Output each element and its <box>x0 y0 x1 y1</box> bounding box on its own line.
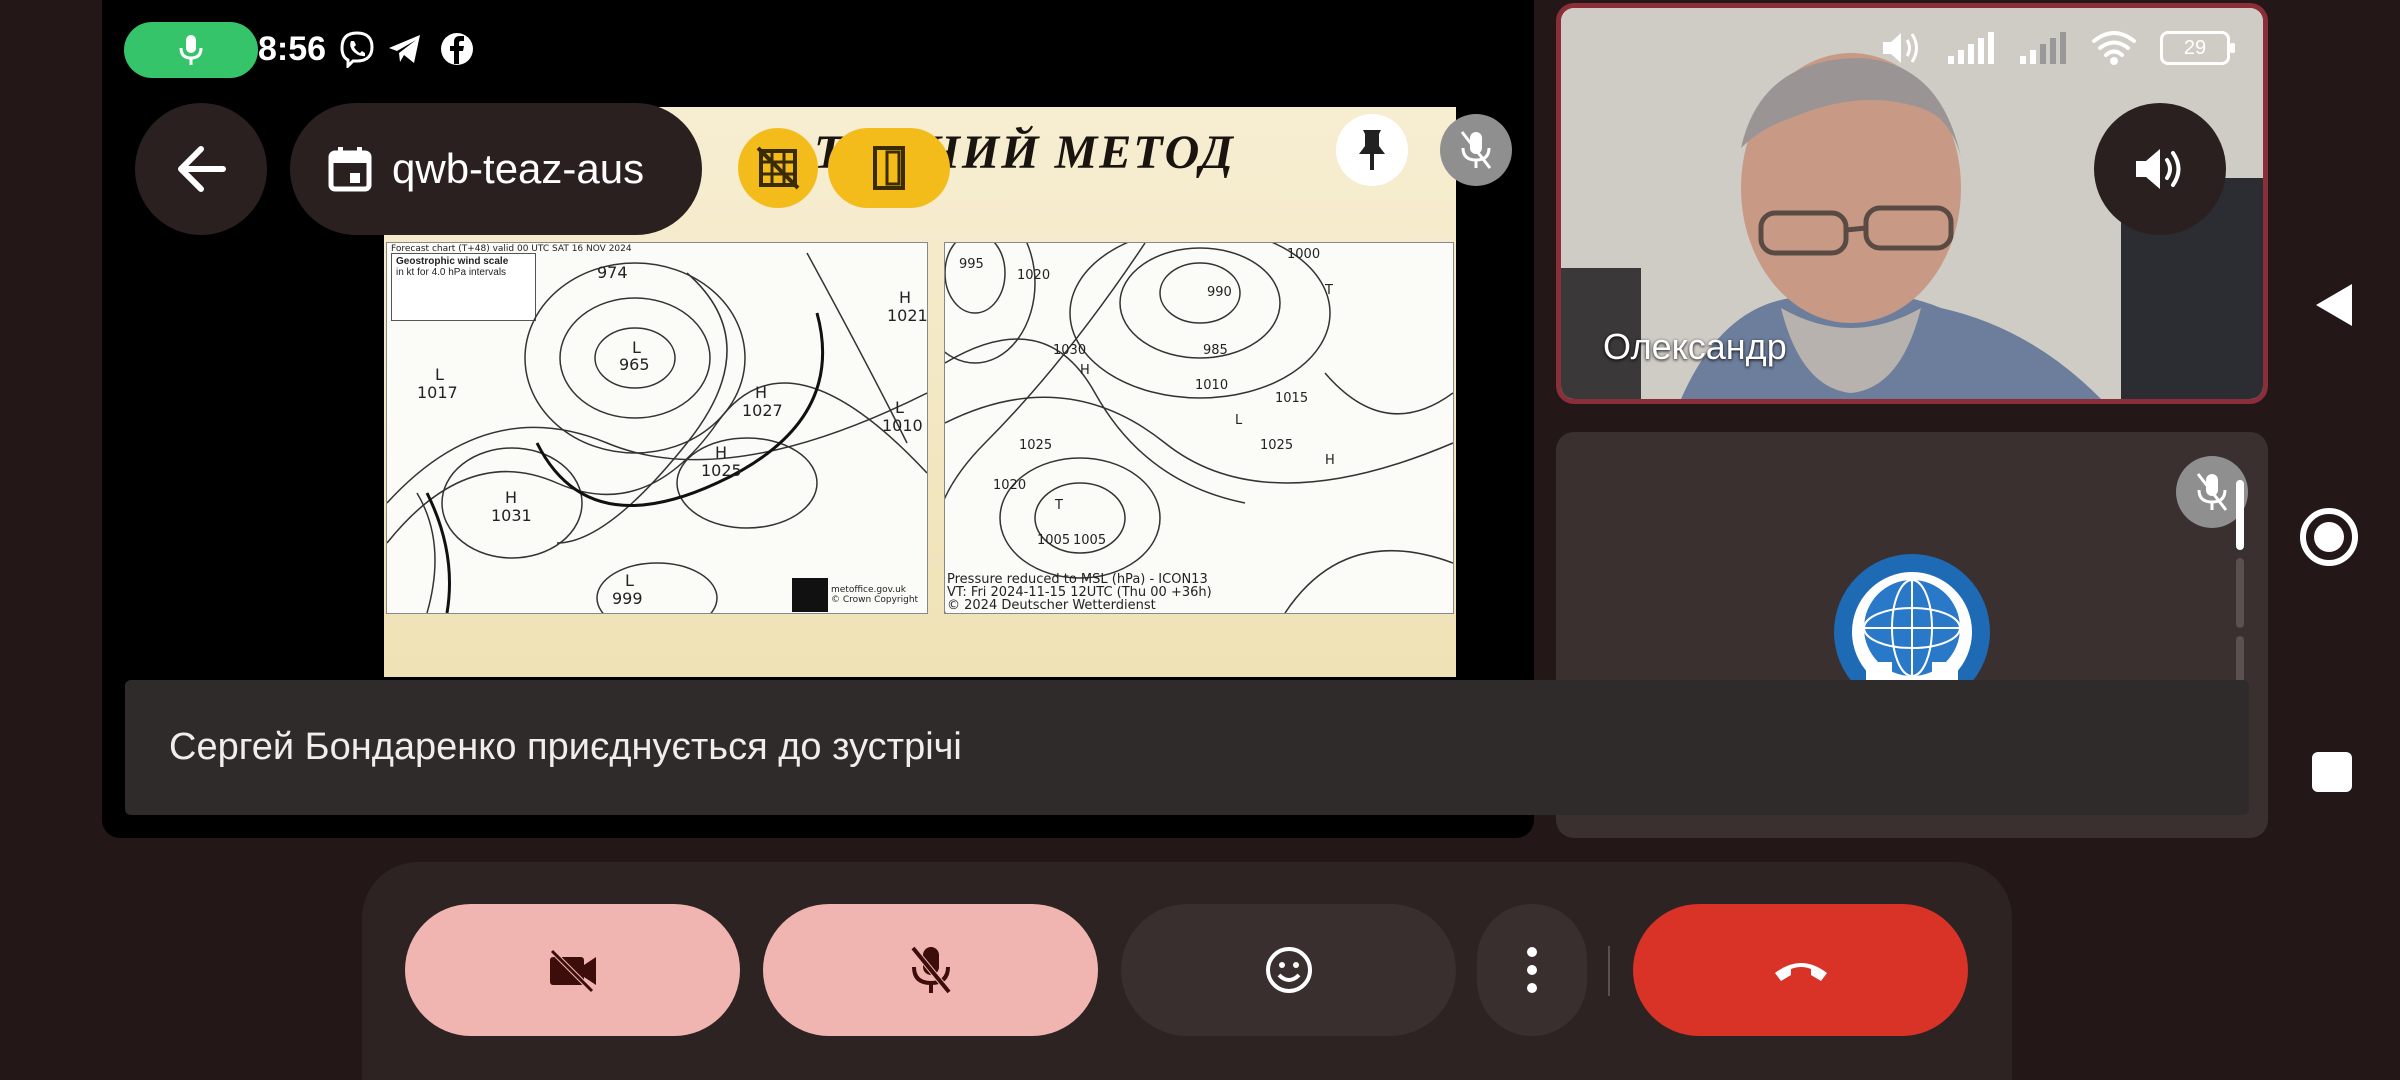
presenter-muted-indicator <box>1440 114 1512 186</box>
isobar-lines-right <box>945 243 1453 613</box>
map-label: L <box>435 365 444 384</box>
join-notification: Сергей Бондаренко приєднується до зустрі… <box>125 680 2249 815</box>
more-options-button[interactable] <box>1477 904 1587 1036</box>
participant-name: Олександр <box>1603 326 1787 367</box>
map-label: 1025 <box>1019 438 1053 453</box>
audio-output-button[interactable] <box>2094 103 2226 235</box>
map-label: 1031 <box>491 506 532 525</box>
map-label: 1010 <box>882 416 923 435</box>
meeting-info-button[interactable]: qwb-teaz-aus <box>290 103 702 235</box>
map-label: 1005 <box>1037 533 1071 548</box>
map-label: 974 <box>597 263 628 282</box>
microphone-icon <box>179 35 203 65</box>
map-label: H <box>1325 453 1335 468</box>
grid-off-icon <box>756 146 800 190</box>
layout-toggle-button[interactable] <box>738 128 818 208</box>
map-label: 990 <box>1207 285 1232 300</box>
map-left-footer: metoffice.gov.uk © Crown Copyright <box>831 585 919 605</box>
map-label: 999 <box>612 589 643 608</box>
map-label: 1015 <box>1275 391 1309 406</box>
map-label: 1020 <box>1017 268 1051 283</box>
map-label: 1017 <box>417 383 458 402</box>
leave-presentation-button[interactable] <box>828 128 950 208</box>
weather-map-right: 995 1020 1000 990 985 1010 1025 1030 100… <box>944 242 1454 614</box>
pin-icon <box>1359 130 1385 170</box>
isobar-lines-left <box>387 252 927 613</box>
map-label: 1025 <box>701 461 742 480</box>
map-label: 1025 <box>1260 438 1294 453</box>
mic-off-icon <box>1460 131 1492 169</box>
map-label: H <box>1080 363 1090 378</box>
map-label: T <box>1055 498 1063 513</box>
join-notification-text: Сергей Бондаренко приєднується до зустрі… <box>169 726 962 768</box>
map-label: L <box>625 571 634 590</box>
more-vert-icon <box>1527 947 1537 993</box>
telegram-icon <box>389 35 420 63</box>
back-button[interactable] <box>135 103 267 235</box>
tile-scrollbar[interactable] <box>2236 480 2244 706</box>
map-label: H <box>899 288 912 307</box>
videocam-off-icon <box>549 949 596 993</box>
facebook-icon <box>441 33 473 65</box>
calendar-icon <box>328 147 372 192</box>
end-call-button[interactable] <box>1633 904 1968 1036</box>
status-time: 8:56 <box>258 30 327 68</box>
map-label: 1005 <box>1073 533 1107 548</box>
map-label: 1027 <box>742 401 783 420</box>
battery-level: 29 <box>2183 36 2207 59</box>
map-label: H <box>505 488 518 507</box>
speaker-icon <box>2136 149 2181 189</box>
map-label: T <box>1325 283 1333 298</box>
mic-off-icon <box>2196 473 2228 511</box>
signal-icon <box>2020 32 2066 64</box>
map-label: L <box>1235 413 1243 428</box>
map-label: 1030 <box>1053 343 1087 358</box>
metoffice-logo <box>792 578 828 612</box>
pin-button[interactable] <box>1336 114 1408 186</box>
map-label: H <box>715 443 728 462</box>
home-icon <box>2314 522 2344 552</box>
map-label: 1021 <box>887 306 928 325</box>
volume-icon <box>1883 33 1918 63</box>
signal-icon <box>1948 32 1994 64</box>
microphone-toggle-button[interactable] <box>763 904 1098 1036</box>
mic-active-indicator <box>124 22 258 78</box>
arrow-left-icon <box>178 146 226 192</box>
nav-back-icon[interactable] <box>2312 280 2356 330</box>
map-label: 995 <box>959 257 984 272</box>
camera-toggle-button[interactable] <box>405 904 740 1036</box>
call-end-icon <box>1774 963 1827 981</box>
controls-divider <box>1608 946 1610 996</box>
door-icon <box>873 146 905 190</box>
wifi-icon <box>2092 31 2136 65</box>
map-label: 1000 <box>1287 247 1321 262</box>
map-label: 965 <box>619 355 650 374</box>
meeting-code: qwb-teaz-aus <box>392 145 645 192</box>
nav-home-button[interactable] <box>2300 508 2358 566</box>
map-label: H <box>755 383 768 402</box>
map-right-footer: Pressure reduced to MSL (hPa) - ICON13 V… <box>947 572 1212 613</box>
reactions-button[interactable] <box>1121 904 1456 1036</box>
map-label: 1010 <box>1195 378 1229 393</box>
mic-off-icon <box>910 946 951 994</box>
map-label: 985 <box>1203 343 1228 358</box>
map-label: L <box>895 398 904 417</box>
battery-icon: 29 <box>2160 31 2235 65</box>
weather-map-left: Forecast chart (T+48) valid 00 UTC SAT 1… <box>386 242 928 614</box>
nav-recents-button[interactable] <box>2312 752 2352 792</box>
emoji-icon <box>1265 947 1312 993</box>
system-status-icons: 29 <box>1880 28 2235 68</box>
viber-icon <box>340 31 374 68</box>
map-label: 1020 <box>993 478 1027 493</box>
